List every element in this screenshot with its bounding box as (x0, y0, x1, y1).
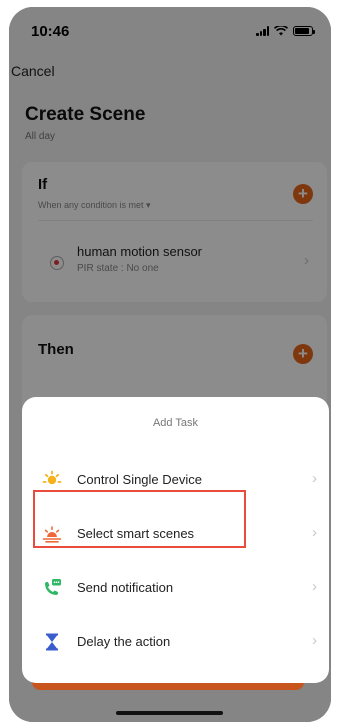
phone-message-icon (45, 579, 61, 595)
sheet-accent-bar (32, 682, 304, 690)
chevron-right-icon: › (312, 632, 317, 649)
home-indicator (116, 711, 223, 715)
task-label: Delay the action (77, 634, 171, 649)
hourglass-icon (46, 633, 58, 651)
sun-icon (42, 470, 62, 485)
add-task-sheet: Add Task Control Single Device › Select … (22, 397, 329, 683)
chevron-right-icon: › (312, 470, 317, 487)
sheet-title: Add Task (152, 417, 199, 429)
task-send-notification[interactable]: Send notification › (22, 563, 329, 613)
task-label: Send notification (77, 580, 174, 595)
task-label: Control Single Device (77, 472, 203, 487)
chevron-right-icon: › (312, 524, 317, 541)
highlight-box (33, 490, 246, 548)
task-delay-the-action[interactable]: Delay the action › (22, 617, 329, 667)
phone-frame: 10:46 Cancel Create Scene All day If Whe… (9, 7, 331, 722)
chevron-right-icon: › (312, 578, 317, 595)
